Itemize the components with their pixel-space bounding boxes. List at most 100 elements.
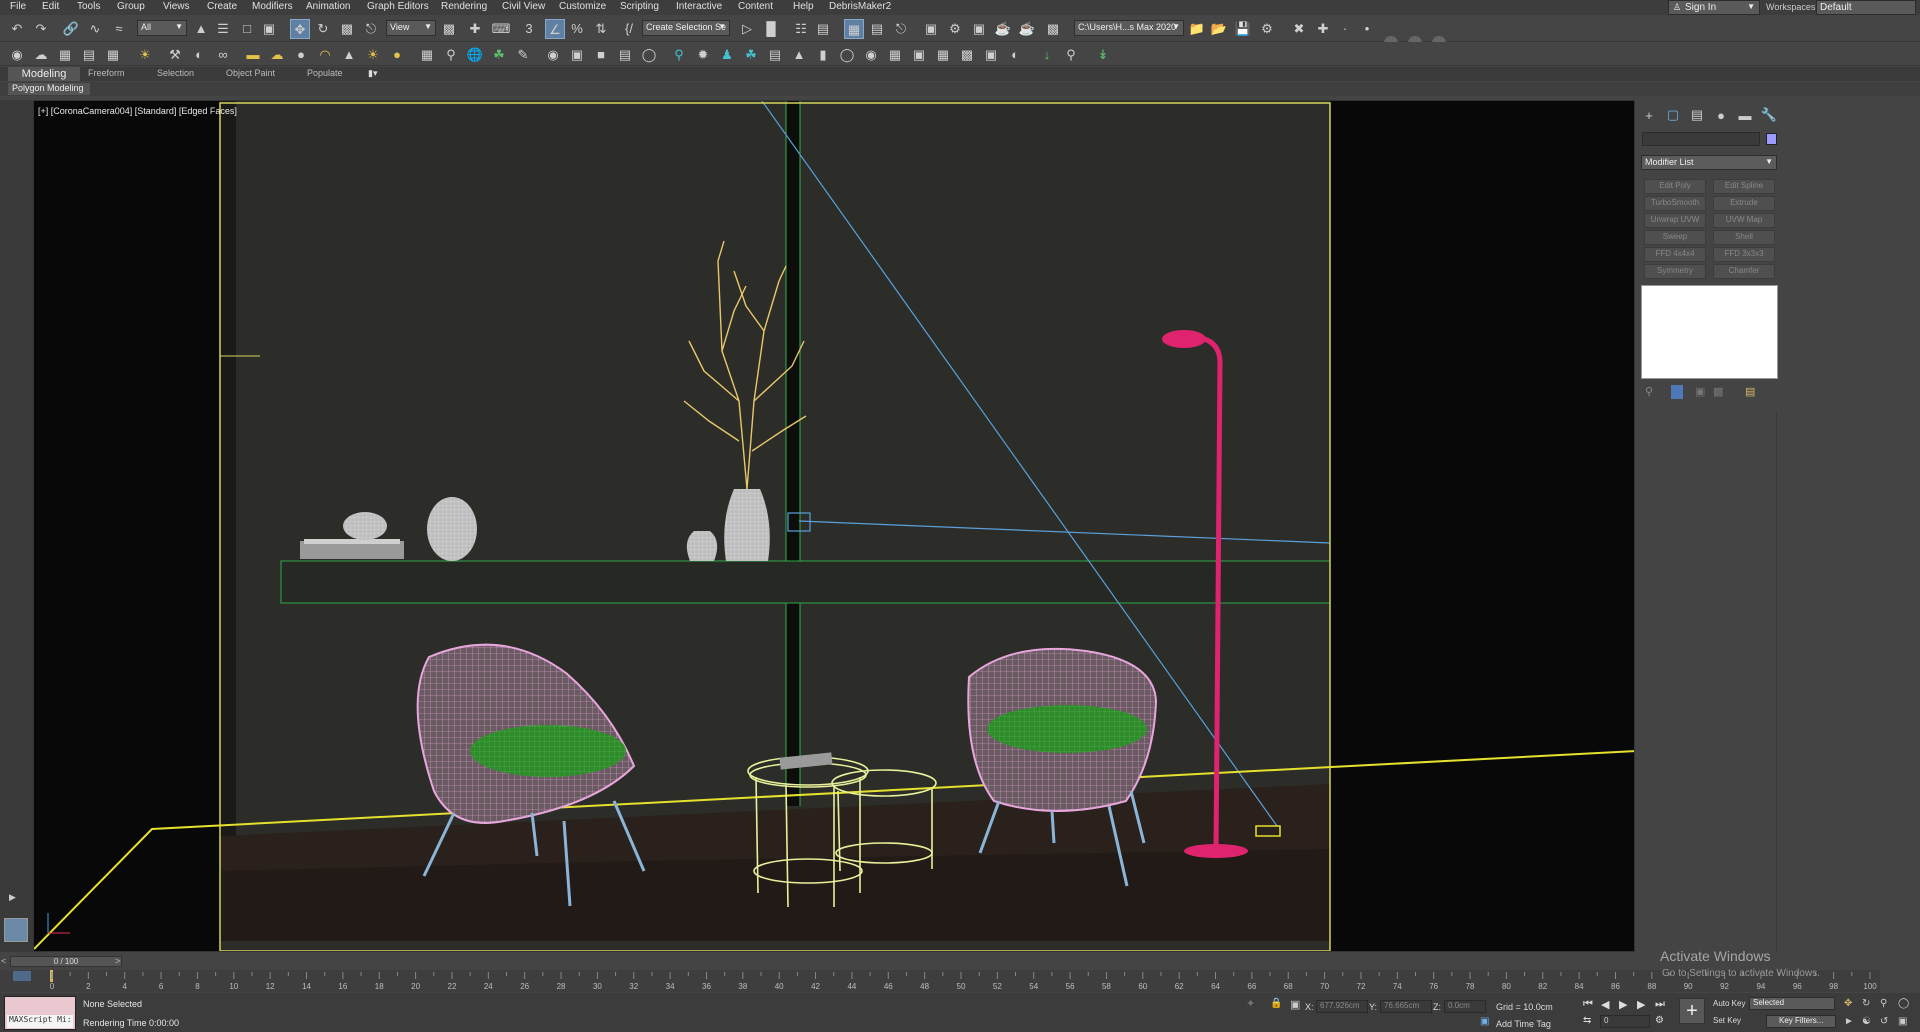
snaps-toggle-icon[interactable]: 3 <box>520 19 538 37</box>
corona-proxy-icon[interactable]: ♟ <box>718 45 736 63</box>
bind-space-warp-icon[interactable]: ≈ <box>110 19 128 37</box>
orbit-view-icon[interactable]: ↻ <box>1862 998 1870 1009</box>
fov-view-icon[interactable]: ◯ <box>1898 998 1909 1009</box>
menu-edit[interactable]: Edit <box>42 1 59 12</box>
key-filters-button[interactable]: Key Filters... <box>1766 1015 1836 1028</box>
corona-tree-icon[interactable]: ▲ <box>790 45 808 63</box>
image-icon[interactable]: ▦ <box>56 45 74 63</box>
selection-filter-dropdown[interactable]: All ▼ <box>137 20 187 36</box>
remove-modifier-icon[interactable]: ▩ <box>1713 385 1723 398</box>
corona-scatter-icon[interactable]: ☘ <box>742 45 760 63</box>
time-slider[interactable]: 0 / 100 <box>10 956 122 967</box>
ribbon-tab-modeling[interactable]: Modeling <box>8 67 80 81</box>
ref-coord-dropdown[interactable]: View ▼ <box>386 20 436 36</box>
menu-modifiers[interactable]: Modifiers <box>252 1 293 12</box>
modifier-button-edit-poly[interactable]: Edit Poly <box>1644 179 1706 194</box>
sign-in-button[interactable]: ♙ Sign In ▼ <box>1668 0 1760 15</box>
small-dot-icon[interactable]: • <box>1358 19 1376 37</box>
rectangle-icon[interactable]: ▬ <box>244 45 262 63</box>
brush-icon[interactable]: ✎ <box>514 45 532 63</box>
time-config-icon[interactable]: ⚙ <box>1655 1015 1664 1026</box>
double-chevron-icon[interactable]: ↓ <box>1038 45 1056 63</box>
go-to-end-icon[interactable]: ⏭ <box>1655 998 1665 1011</box>
rect-selection-icon[interactable]: □ <box>238 19 256 37</box>
go-to-start-icon[interactable]: ⏮ <box>1583 998 1593 1011</box>
set-key-button[interactable]: Set Key <box>1713 1016 1741 1025</box>
menu-debrismaker2[interactable]: DebrisMaker2 <box>829 1 891 12</box>
scene-explorer-icon[interactable]: ▤ <box>814 19 832 37</box>
lightbulb-icon[interactable]: ⚲ <box>1062 45 1080 63</box>
named-selection-dropdown[interactable]: Create Selection Se ▼ <box>642 20 730 36</box>
next-frame-arrow-icon[interactable]: > <box>115 956 120 966</box>
rotate-icon[interactable]: ↻ <box>314 19 332 37</box>
truck-view-icon[interactable]: ☯ <box>1862 1016 1871 1027</box>
corona-converter-icon[interactable]: ◐ <box>1006 45 1024 63</box>
configure-modifier-sets-icon[interactable]: ▤ <box>1745 385 1755 398</box>
align-icon[interactable]: █ <box>762 19 780 37</box>
expand-toolbar-icon[interactable]: ↡ <box>1094 45 1112 63</box>
menu-rendering[interactable]: Rendering <box>441 1 487 12</box>
place-icon[interactable]: ⎋ <box>362 19 380 37</box>
corona-material-icon[interactable]: ▩ <box>958 45 976 63</box>
modifier-button-extrude[interactable]: Extrude <box>1713 196 1775 211</box>
modifier-button-chamfer[interactable]: Chamfer <box>1713 264 1775 279</box>
menu-customize[interactable]: Customize <box>559 1 606 12</box>
grid-icon[interactable]: ▦ <box>104 45 122 63</box>
layers-icon[interactable]: ▣ <box>568 45 586 63</box>
spinner-snap-icon[interactable]: ⇅ <box>592 19 610 37</box>
utilities-tab-icon[interactable]: 🔧 <box>1760 107 1778 123</box>
maxscript-prompt[interactable]: MAXScript Mi: <box>7 1015 73 1028</box>
tools-icon[interactable]: ✖ <box>1290 19 1308 37</box>
select-manipulate-icon[interactable]: ✚ <box>466 19 484 37</box>
corona-vfb-icon[interactable]: ▣ <box>910 45 928 63</box>
menu-group[interactable]: Group <box>117 1 145 12</box>
display-tab-icon[interactable]: ▬ <box>1736 107 1754 123</box>
selection-lock-icon[interactable]: 🔒 <box>1270 998 1282 1009</box>
percent-snap-icon[interactable]: % <box>568 19 586 37</box>
circle-icon[interactable]: ● <box>388 45 406 63</box>
modifier-button-turbosmooth[interactable]: TurboSmooth <box>1644 196 1706 211</box>
unlink-icon[interactable]: ∿ <box>86 19 104 37</box>
make-unique-icon[interactable]: ▣ <box>1695 385 1705 398</box>
y-coord-field[interactable]: 76.665cm <box>1380 1000 1432 1013</box>
menu-animation[interactable]: Animation <box>306 1 350 12</box>
undo-icon[interactable]: ↶ <box>8 19 26 37</box>
scene-states-icon[interactable]: ◉ <box>8 45 26 63</box>
next-frame-icon[interactable]: ▶ <box>1637 998 1645 1011</box>
cube-icon[interactable]: ■ <box>592 45 610 63</box>
motion-tab-icon[interactable]: ● <box>1712 107 1730 123</box>
ribbon-options-icon[interactable]: ▮▾ <box>368 68 377 79</box>
display-icon[interactable]: ▤ <box>616 45 634 63</box>
keyboard-shortcut-icon[interactable]: ⌨ <box>492 19 511 37</box>
link-icon[interactable]: 🔗 <box>62 19 80 37</box>
menu-scripting[interactable]: Scripting <box>620 1 659 12</box>
render-iterative-icon[interactable]: ☕ <box>1018 19 1036 37</box>
maxscript-listener[interactable]: MAXScript Mi: <box>4 996 76 1030</box>
bowl-icon[interactable]: ◠ <box>316 45 334 63</box>
select-object-icon[interactable]: ▲ <box>192 19 210 37</box>
pivot-center-icon[interactable]: ▩ <box>440 19 458 37</box>
object-name-input[interactable] <box>1642 132 1760 146</box>
z-coord-field[interactable]: 0.0cm <box>1444 1000 1486 1013</box>
plant-icon[interactable]: ☘ <box>490 45 508 63</box>
key-filter-button[interactable] <box>13 971 31 981</box>
render-online-icon[interactable]: ▩ <box>1044 19 1062 37</box>
x-coord-field[interactable]: 677.926cm <box>1316 1000 1368 1013</box>
project-settings-icon[interactable]: ⚙ <box>1258 19 1276 37</box>
pin-icon[interactable]: ⚲ <box>442 45 460 63</box>
menu-create[interactable]: Create <box>207 1 237 12</box>
corona-frame-icon[interactable]: ▦ <box>886 45 904 63</box>
object-color-swatch[interactable] <box>1766 133 1777 145</box>
tool-icon[interactable]: ⚒ <box>166 45 184 63</box>
corona-grid-icon[interactable]: ▦ <box>934 45 952 63</box>
corona-book-icon[interactable]: ▤ <box>766 45 784 63</box>
workspace-dropdown[interactable]: Default <box>1816 0 1916 15</box>
menu-help[interactable]: Help <box>793 1 814 12</box>
modifier-button-ffd-3x3x3[interactable]: FFD 3x3x3 <box>1713 247 1775 262</box>
select-by-name-icon[interactable]: ☰ <box>214 19 232 37</box>
move-icon[interactable]: ✥ <box>290 19 310 39</box>
edit-named-selection-icon[interactable]: {/ <box>620 19 638 37</box>
modifier-stack-list[interactable] <box>1641 285 1778 379</box>
prev-frame-icon[interactable]: ◀ <box>1601 998 1609 1011</box>
redo-icon[interactable]: ↷ <box>32 19 50 37</box>
